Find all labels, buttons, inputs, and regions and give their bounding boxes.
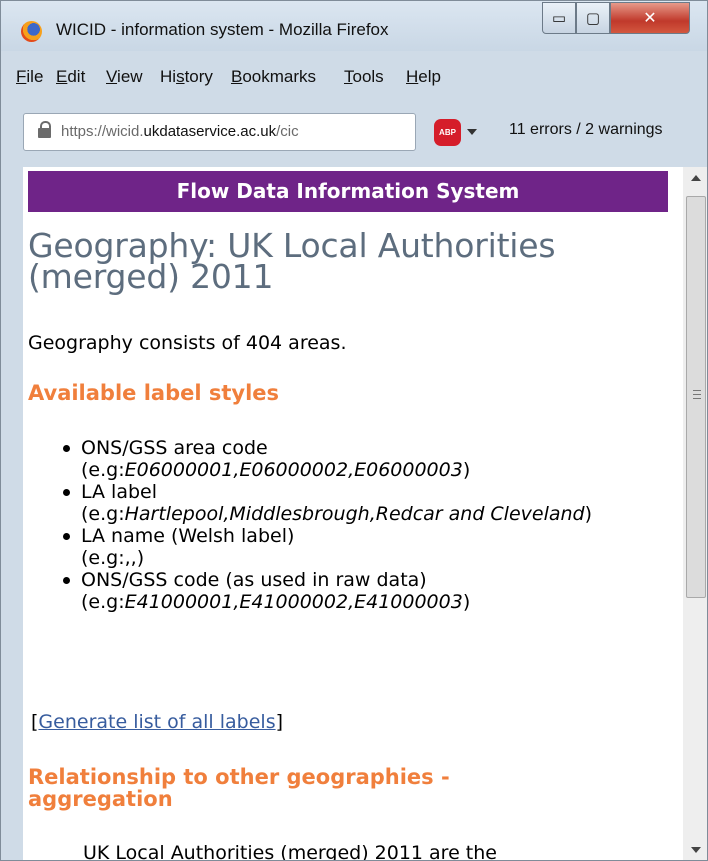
label-style-name: LA label [81,481,158,503]
label-style-example: (e.g:E06000001,E06000002,E06000003) [81,459,471,481]
bullet-icon [63,445,70,452]
grip-line [693,390,701,391]
menu-history[interactable]: History [160,67,213,87]
bullet-icon [63,577,70,584]
window-title: WICID - information system - Mozilla Fir… [56,20,389,39]
title-bar[interactable]: WICID - information system - Mozilla Fir… [1,1,707,51]
scroll-down-arrow-icon[interactable] [691,847,701,853]
lock-icon [38,121,51,138]
browser-window: WICID - information system - Mozilla Fir… [0,0,708,861]
close-button[interactable]: ✕ [610,2,690,34]
generate-labels-link[interactable]: Generate list of all labels [38,711,275,733]
list-item: LA label (e.g:Hartlepool,Middlesbrough,R… [63,481,663,525]
label-styles-list: ONS/GSS area code (e.g:E06000001,E060000… [63,437,663,613]
relationship-heading: Relationship to other geographies - aggr… [28,765,450,811]
scroll-up-arrow-icon[interactable] [691,175,701,181]
maximize-button[interactable]: ▢ [576,2,610,34]
geography-summary: Geography consists of 404 areas. [28,332,347,354]
page-viewport: Flow Data Information System Geography: … [23,167,707,861]
bullet-icon [63,533,70,540]
grip-line [693,398,701,399]
validator-status[interactable]: 11 errors / 2 warnings [509,121,663,139]
label-style-example: (e.g:E41000001,E41000002,E41000003) [81,591,471,613]
bullet-icon [63,489,70,496]
dropdown-arrow-icon[interactable] [467,129,477,135]
vertical-scrollbar[interactable] [683,167,707,860]
navigation-bar: https://wicid.ukdataservice.ac.uk/cic AB… [1,105,707,161]
label-style-example: (e.g:,,) [81,547,145,569]
address-bar[interactable]: https://wicid.ukdataservice.ac.uk/cic [23,113,416,151]
menu-edit[interactable]: Edit [56,67,85,87]
menu-help[interactable]: Help [406,67,441,87]
generate-labels-line: [Generate list of all labels] [31,711,284,733]
label-style-name: LA name (Welsh label) [81,525,295,547]
label-style-name: ONS/GSS area code [81,437,268,459]
page-title: Geography: UK Local Authorities (merged)… [28,226,556,296]
firefox-logo-icon [21,21,42,42]
menu-tools[interactable]: Tools [344,67,384,87]
grip-line [693,394,701,395]
label-style-name: ONS/GSS code (as used in raw data) [81,569,427,591]
list-item: ONS/GSS area code (e.g:E06000001,E060000… [63,437,663,481]
minimize-button[interactable]: ▭ [542,2,576,34]
adblock-icon[interactable]: ABP [434,119,461,146]
relationship-text: UK Local Authorities (merged) 2011 are t… [83,842,497,861]
menu-bookmarks[interactable]: Bookmarks [231,67,316,87]
site-banner: Flow Data Information System [28,171,668,212]
menu-view[interactable]: View [106,67,143,87]
label-styles-heading: Available label styles [28,381,280,405]
label-style-example: (e.g:Hartlepool,Middlesbrough,Redcar and… [81,503,593,525]
url-text[interactable]: https://wicid.ukdataservice.ac.uk/cic [61,123,299,140]
scroll-thumb[interactable] [686,196,706,598]
list-item: ONS/GSS code (as used in raw data) (e.g:… [63,569,663,613]
list-item: LA name (Welsh label) (e.g:,,) [63,525,663,569]
menu-bar: File Edit View History Bookmarks Tools H… [1,63,707,91]
menu-file[interactable]: File [16,67,43,87]
